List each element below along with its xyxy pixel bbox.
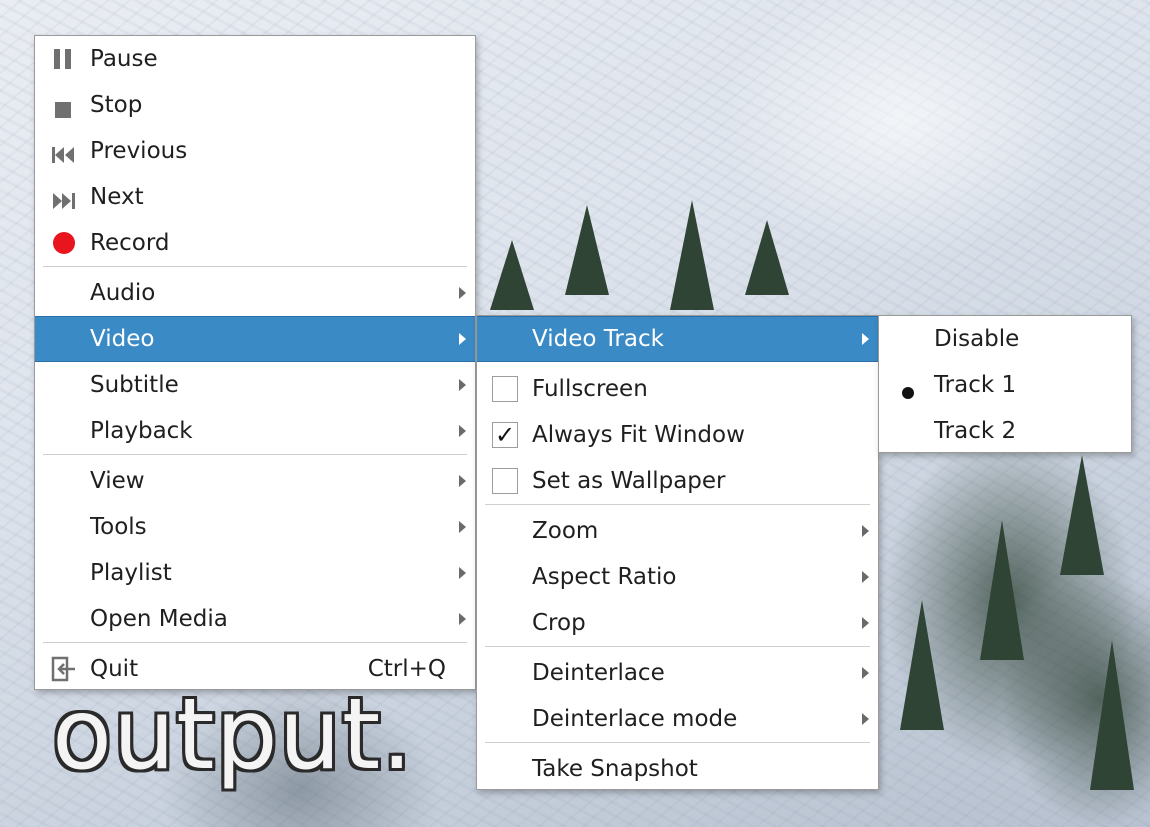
menu-item-subtitle[interactable]: Subtitle — [35, 362, 475, 408]
menu-separator — [43, 266, 467, 267]
menu-item-audio[interactable]: Audio — [35, 270, 475, 316]
menu-item-label: Crop — [532, 610, 586, 636]
menu-separator — [485, 646, 870, 647]
submenu-arrow-icon — [459, 425, 466, 437]
submenu-arrow-icon — [862, 333, 869, 345]
menu-item-playlist[interactable]: Playlist — [35, 550, 475, 596]
menu-item-label: Always Fit Window — [532, 422, 745, 448]
previous-icon — [52, 143, 76, 163]
submenu-arrow-icon — [459, 287, 466, 299]
menu-item-label: View — [90, 468, 145, 494]
tree-shape — [490, 240, 534, 310]
menu-item-label: Playback — [90, 418, 193, 444]
menu-item-label: Deinterlace mode — [532, 706, 738, 732]
menu-item-playback[interactable]: Playback — [35, 408, 475, 454]
video-track-submenu: Disable Track 1 Track 2 — [878, 315, 1132, 453]
menu-item-label: Video Track — [532, 326, 664, 352]
menu-item-always-fit-window[interactable]: ✓ Always Fit Window — [477, 412, 878, 458]
menu-item-label: Audio — [90, 280, 156, 306]
menu-separator — [43, 642, 467, 643]
menu-separator — [43, 454, 467, 455]
tree-shape — [900, 600, 944, 730]
menu-item-set-as-wallpaper[interactable]: Set as Wallpaper — [477, 458, 878, 504]
submenu-arrow-icon — [459, 333, 466, 345]
menu-item-video-track[interactable]: Video Track — [477, 316, 878, 362]
menu-item-label: Open Media — [90, 606, 228, 632]
menu-item-label: Pause — [90, 46, 158, 72]
menu-item-label: Deinterlace — [532, 660, 665, 686]
next-icon — [52, 189, 76, 209]
menu-item-track-1[interactable]: Track 1 — [879, 362, 1131, 408]
always-fit-window-checkbox[interactable]: ✓ — [492, 422, 518, 448]
menu-item-label: Track 1 — [934, 372, 1017, 398]
submenu-arrow-icon — [862, 525, 869, 537]
submenu-arrow-icon — [459, 567, 466, 579]
submenu-arrow-icon — [862, 617, 869, 629]
submenu-arrow-icon — [459, 613, 466, 625]
menu-item-record[interactable]: Record — [35, 220, 475, 266]
menu-item-zoom[interactable]: Zoom — [477, 508, 878, 554]
menu-item-label: Zoom — [532, 518, 599, 544]
menu-item-deinterlace[interactable]: Deinterlace — [477, 650, 878, 696]
menu-item-label: Track 2 — [934, 418, 1017, 444]
menu-item-label: Stop — [90, 92, 143, 118]
fullscreen-checkbox[interactable] — [492, 376, 518, 402]
menu-item-label: Video — [90, 326, 155, 352]
submenu-arrow-icon — [459, 521, 466, 533]
menu-item-label: Subtitle — [90, 372, 179, 398]
menu-separator — [485, 742, 870, 743]
submenu-arrow-icon — [862, 667, 869, 679]
menu-item-label: Aspect Ratio — [532, 564, 677, 590]
menu-item-label: Record — [90, 230, 170, 256]
menu-item-stop[interactable]: Stop — [35, 82, 475, 128]
submenu-arrow-icon — [862, 571, 869, 583]
tree-shape — [1060, 455, 1104, 575]
subtitle-overlay-text: output. — [52, 678, 414, 792]
menu-item-pause[interactable]: Pause — [35, 36, 475, 82]
menu-item-deinterlace-mode[interactable]: Deinterlace mode — [477, 696, 878, 742]
menu-item-video[interactable]: Video — [35, 316, 475, 362]
menu-item-track-disable[interactable]: Disable — [879, 316, 1131, 362]
tree-shape — [670, 200, 714, 310]
menu-item-open-media[interactable]: Open Media — [35, 596, 475, 642]
video-submenu: Video Track Fullscreen ✓ Always Fit Wind… — [476, 315, 879, 790]
submenu-arrow-icon — [862, 713, 869, 725]
menu-item-label: Next — [90, 184, 144, 210]
menu-item-quit[interactable]: Quit Ctrl+Q — [35, 646, 475, 692]
menu-item-crop[interactable]: Crop — [477, 600, 878, 646]
menu-item-next[interactable]: Next — [35, 174, 475, 220]
set-as-wallpaper-checkbox[interactable] — [492, 468, 518, 494]
menu-item-aspect-ratio[interactable]: Aspect Ratio — [477, 554, 878, 600]
main-context-menu: Pause Stop Previous Next Record Audio Vi… — [34, 35, 476, 690]
tree-shape — [745, 220, 789, 295]
menu-item-label: Tools — [90, 514, 147, 540]
tree-shape — [1090, 640, 1134, 790]
menu-item-label: Fullscreen — [532, 376, 648, 402]
menu-item-label: Disable — [934, 326, 1020, 352]
menu-item-view[interactable]: View — [35, 458, 475, 504]
menu-item-tools[interactable]: Tools — [35, 504, 475, 550]
menu-separator — [485, 504, 870, 505]
menu-item-label: Previous — [90, 138, 188, 164]
pause-icon — [54, 49, 72, 69]
tree-shape — [565, 205, 609, 295]
submenu-arrow-icon — [459, 475, 466, 487]
record-icon — [53, 232, 75, 254]
tree-shape — [980, 520, 1024, 660]
menu-item-previous[interactable]: Previous — [35, 128, 475, 174]
radio-selected-icon — [902, 379, 914, 399]
quit-icon — [51, 656, 77, 682]
menu-item-label: Set as Wallpaper — [532, 468, 726, 494]
submenu-arrow-icon — [459, 379, 466, 391]
checkmark-icon: ✓ — [494, 421, 516, 449]
stop-icon — [55, 98, 71, 118]
menu-item-label: Quit — [90, 656, 139, 682]
menu-item-label: Take Snapshot — [532, 756, 698, 782]
quit-shortcut: Ctrl+Q — [367, 656, 446, 682]
menu-item-track-2[interactable]: Track 2 — [879, 408, 1131, 454]
menu-item-fullscreen[interactable]: Fullscreen — [477, 366, 878, 412]
menu-item-take-snapshot[interactable]: Take Snapshot — [477, 746, 878, 792]
menu-item-label: Playlist — [90, 560, 172, 586]
